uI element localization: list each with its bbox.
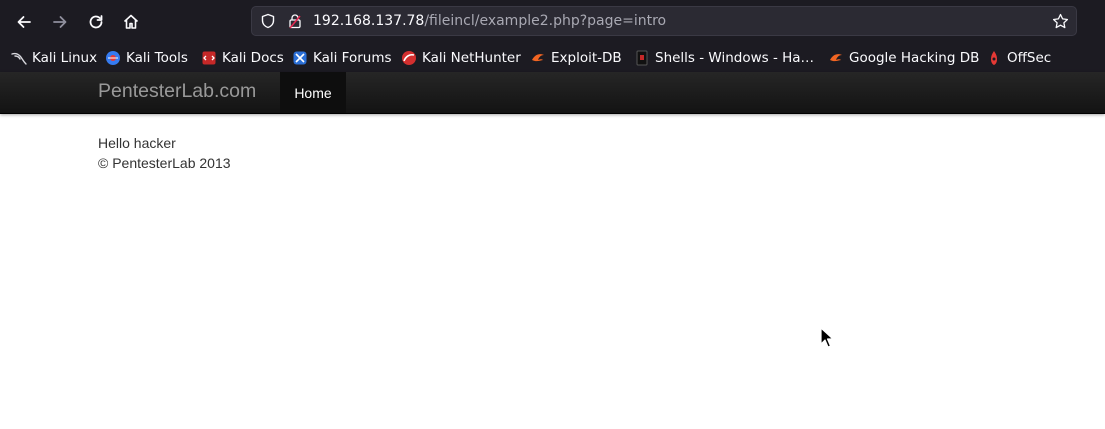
kali-nethunter-icon — [401, 50, 417, 66]
bookmark-label: Kali Forums — [313, 50, 392, 66]
back-arrow-icon — [15, 13, 33, 31]
bookmark-label: Shells - Windows - Ha… — [655, 50, 815, 66]
home-button[interactable] — [117, 8, 145, 36]
footer-copyright: © PentesterLab 2013 — [98, 155, 231, 171]
bookmark-label: Google Hacking DB — [849, 50, 980, 66]
forward-arrow-icon — [51, 13, 69, 31]
kali-forums-icon — [292, 50, 308, 66]
exploit-db-icon — [530, 50, 546, 66]
lock-warning-icon[interactable] — [287, 13, 303, 33]
kali-tools-icon — [105, 50, 121, 66]
site-navbar: PentesterLab.com Home — [0, 72, 1105, 114]
url-bar[interactable]: 192.168.137.78/fileincl/example2.php?pag… — [251, 6, 1077, 36]
url-host: 192.168.137.78 — [313, 13, 425, 29]
bookmark-shells[interactable]: Shells - Windows - Ha… — [634, 48, 814, 68]
nav-home-link[interactable]: Home — [280, 72, 346, 113]
bookmark-exploit-db[interactable]: Exploit-DB — [530, 48, 622, 68]
bookmark-offsec[interactable]: OffSec — [986, 48, 1051, 68]
home-icon — [122, 13, 140, 31]
bookmark-label: Exploit-DB — [551, 50, 622, 66]
page-content: Hello hacker © PentesterLab 2013 — [98, 133, 231, 173]
site-brand[interactable]: PentesterLab.com — [98, 80, 256, 103]
star-icon[interactable] — [1052, 13, 1069, 34]
bookmark-label: OffSec — [1007, 50, 1052, 66]
bookmark-google-hacking-db[interactable]: Google Hacking DB — [828, 48, 979, 68]
reload-button[interactable] — [82, 8, 110, 36]
greeting-text: Hello hacker — [98, 135, 176, 151]
bookmark-label: Kali Docs — [222, 50, 284, 66]
url-text[interactable]: 192.168.137.78/fileincl/example2.php?pag… — [313, 13, 666, 29]
bookmark-label: Kali NetHunter — [422, 50, 521, 66]
offsec-icon — [986, 50, 1002, 66]
mouse-cursor-icon — [820, 327, 834, 353]
bookmark-kali-forums[interactable]: Kali Forums — [292, 48, 392, 68]
bookmark-kali-tools[interactable]: Kali Tools — [105, 48, 188, 68]
reload-icon — [87, 13, 105, 31]
back-button[interactable] — [10, 8, 38, 36]
bookmark-kali-nethunter[interactable]: Kali NetHunter — [401, 48, 521, 68]
shield-icon[interactable] — [260, 13, 276, 33]
kali-docs-icon — [201, 50, 217, 66]
bookmark-label: Kali Tools — [126, 50, 188, 66]
url-path: /fileincl/example2.php?page=intro — [424, 13, 667, 29]
bookmark-kali-docs[interactable]: Kali Docs — [201, 48, 284, 68]
bookmark-kali-linux[interactable]: Kali Linux — [11, 48, 97, 68]
bookmarks-bar: Kali Linux Kali Tools Kali Docs Kali For… — [0, 42, 1105, 72]
kali-dragon-icon — [11, 50, 27, 66]
forward-button[interactable] — [46, 8, 74, 36]
shells-icon — [634, 50, 650, 66]
ghdb-icon — [828, 50, 844, 66]
browser-toolbar: 192.168.137.78/fileincl/example2.php?pag… — [0, 0, 1105, 42]
bookmark-label: Kali Linux — [32, 50, 98, 66]
